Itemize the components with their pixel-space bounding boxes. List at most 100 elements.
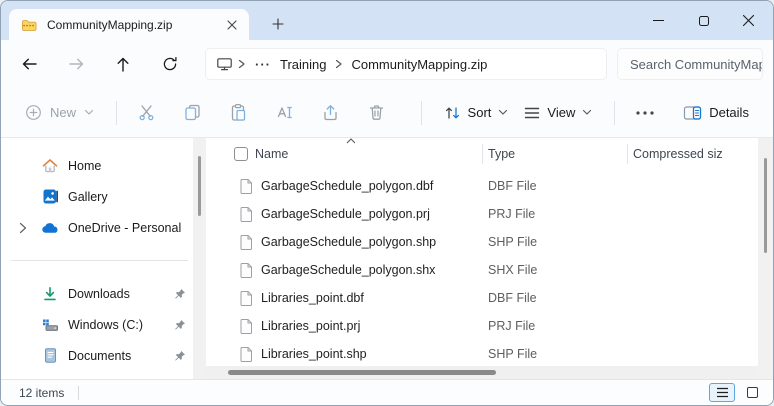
thumbnail-view-icon — [746, 387, 758, 398]
breadcrumb-segment-current[interactable]: CommunityMapping.zip — [347, 55, 491, 74]
documents-icon — [41, 347, 59, 364]
file-type: DBF File — [488, 291, 537, 305]
address-bar[interactable]: ··· Training CommunityMapping.zip — [205, 48, 607, 80]
file-row[interactable]: Libraries_point.shp SHP File — [206, 340, 758, 368]
file-row[interactable]: GarbageSchedule_polygon.shx SHX File — [206, 256, 758, 284]
this-pc-icon[interactable] — [216, 56, 233, 72]
sidebar-item-onedrive[interactable]: OneDrive - Personal — [1, 212, 193, 243]
sidebar-item-documents[interactable]: Documents — [1, 340, 193, 371]
sidebar-item-gallery[interactable]: Gallery — [1, 181, 193, 212]
sidebar-item-windows-c[interactable]: Windows (C:) — [1, 309, 193, 340]
file-icon — [239, 234, 253, 250]
file-row[interactable]: Libraries_point.dbf DBF File — [206, 284, 758, 312]
pin-icon — [174, 319, 186, 331]
file-name: Libraries_point.prj — [261, 319, 361, 333]
sort-button-label: Sort — [467, 105, 492, 120]
more-options-button[interactable] — [629, 96, 660, 130]
file-name: GarbageSchedule_polygon.dbf — [261, 179, 434, 193]
details-view-toggle[interactable] — [709, 383, 735, 402]
file-explorer-window: CommunityMapping.zip ··· Training Commun… — [0, 0, 774, 406]
file-type: PRJ File — [488, 207, 536, 221]
gallery-icon — [41, 188, 59, 205]
sidebar-item-label: Gallery — [68, 189, 108, 204]
cut-icon — [139, 105, 154, 121]
column-header-name[interactable]: Name — [255, 147, 288, 161]
sidebar-item-downloads[interactable]: Downloads — [1, 278, 193, 309]
sort-button[interactable]: Sort — [436, 99, 517, 127]
sidebar-item-home[interactable]: Home — [1, 150, 193, 181]
breadcrumb-chevron-icon[interactable] — [233, 59, 250, 69]
rename-icon — [277, 106, 292, 119]
column-divider[interactable] — [482, 144, 483, 164]
search-input[interactable] — [618, 56, 762, 72]
command-toolbar: New Sort View Details — [1, 88, 773, 138]
view-button[interactable]: View — [516, 99, 600, 126]
trash-icon — [369, 105, 383, 120]
share-button[interactable] — [315, 96, 346, 130]
file-type: SHX File — [488, 263, 538, 277]
cut-button[interactable] — [131, 96, 162, 130]
file-row[interactable]: Libraries_point.prj PRJ File — [206, 312, 758, 340]
file-row[interactable]: GarbageSchedule_polygon.dbf DBF File — [206, 172, 758, 200]
sidebar-scrollbar-thumb[interactable] — [198, 156, 201, 216]
file-name: Libraries_point.dbf — [261, 291, 364, 305]
column-header-compressed-size[interactable]: Compressed siz — [633, 147, 723, 161]
copy-icon — [185, 104, 200, 121]
refresh-button[interactable] — [156, 49, 184, 79]
file-icon — [239, 290, 253, 306]
details-button-label: Details — [709, 105, 749, 120]
downloads-icon — [41, 286, 59, 302]
breadcrumb-chevron-icon[interactable] — [330, 59, 347, 69]
delete-button[interactable] — [361, 96, 392, 130]
file-icon — [239, 346, 253, 362]
file-icon — [239, 206, 253, 222]
ellipsis-icon — [636, 110, 654, 115]
file-row[interactable]: GarbageSchedule_polygon.prj PRJ File — [206, 200, 758, 228]
back-icon — [22, 58, 37, 70]
refresh-icon — [163, 56, 177, 71]
close-button[interactable] — [726, 1, 771, 40]
paste-button[interactable] — [223, 96, 254, 130]
sidebar-scrollbar[interactable] — [193, 138, 206, 379]
details-view-icon — [716, 387, 728, 398]
tab-title: CommunityMapping.zip — [47, 17, 173, 32]
select-all-checkbox[interactable] — [234, 147, 248, 161]
explorer-tab[interactable]: CommunityMapping.zip — [9, 9, 249, 40]
up-button[interactable] — [109, 49, 137, 79]
file-list-scrollbar-thumb[interactable] — [764, 158, 767, 253]
pin-icon — [174, 288, 186, 300]
onedrive-cloud-icon — [41, 221, 59, 234]
new-tab-button[interactable] — [265, 12, 291, 36]
horizontal-scrollbar[interactable] — [206, 366, 758, 379]
file-name: Libraries_point.shp — [261, 347, 367, 361]
expand-chevron-icon[interactable] — [15, 222, 31, 234]
breadcrumb-segment-training[interactable]: Training — [276, 55, 330, 74]
back-button[interactable] — [15, 49, 43, 79]
tab-close-icon[interactable] — [221, 14, 243, 36]
forward-button[interactable] — [62, 49, 90, 79]
rename-button[interactable] — [269, 96, 300, 130]
thumbnail-view-toggle[interactable] — [739, 383, 765, 402]
column-header-type[interactable]: Type — [488, 147, 515, 161]
toolbar-divider — [116, 100, 117, 125]
up-icon — [117, 57, 129, 72]
minimize-button[interactable] — [636, 1, 681, 40]
file-row[interactable]: GarbageSchedule_polygon.shp SHP File — [206, 228, 758, 256]
copy-button[interactable] — [177, 96, 208, 130]
chevron-down-icon — [84, 109, 94, 115]
navigation-bar: ··· Training CommunityMapping.zip — [1, 40, 773, 88]
breadcrumb-ellipsis[interactable]: ··· — [250, 57, 276, 72]
new-button-label: New — [50, 105, 77, 120]
horizontal-scrollbar-thumb[interactable] — [228, 370, 496, 375]
pin-icon — [174, 350, 186, 362]
file-type: PRJ File — [488, 319, 536, 333]
minimize-icon — [653, 20, 664, 21]
details-button[interactable]: Details — [675, 99, 757, 127]
file-list: Name Type Compressed siz GarbageSchedule… — [206, 138, 758, 379]
file-list-scrollbar[interactable] — [758, 138, 773, 379]
sidebar-item-label: Home — [68, 158, 102, 173]
maximize-button[interactable] — [681, 1, 726, 40]
sidebar-item-label: Documents — [68, 348, 132, 363]
new-button[interactable]: New — [17, 98, 102, 127]
column-divider[interactable] — [627, 144, 628, 164]
